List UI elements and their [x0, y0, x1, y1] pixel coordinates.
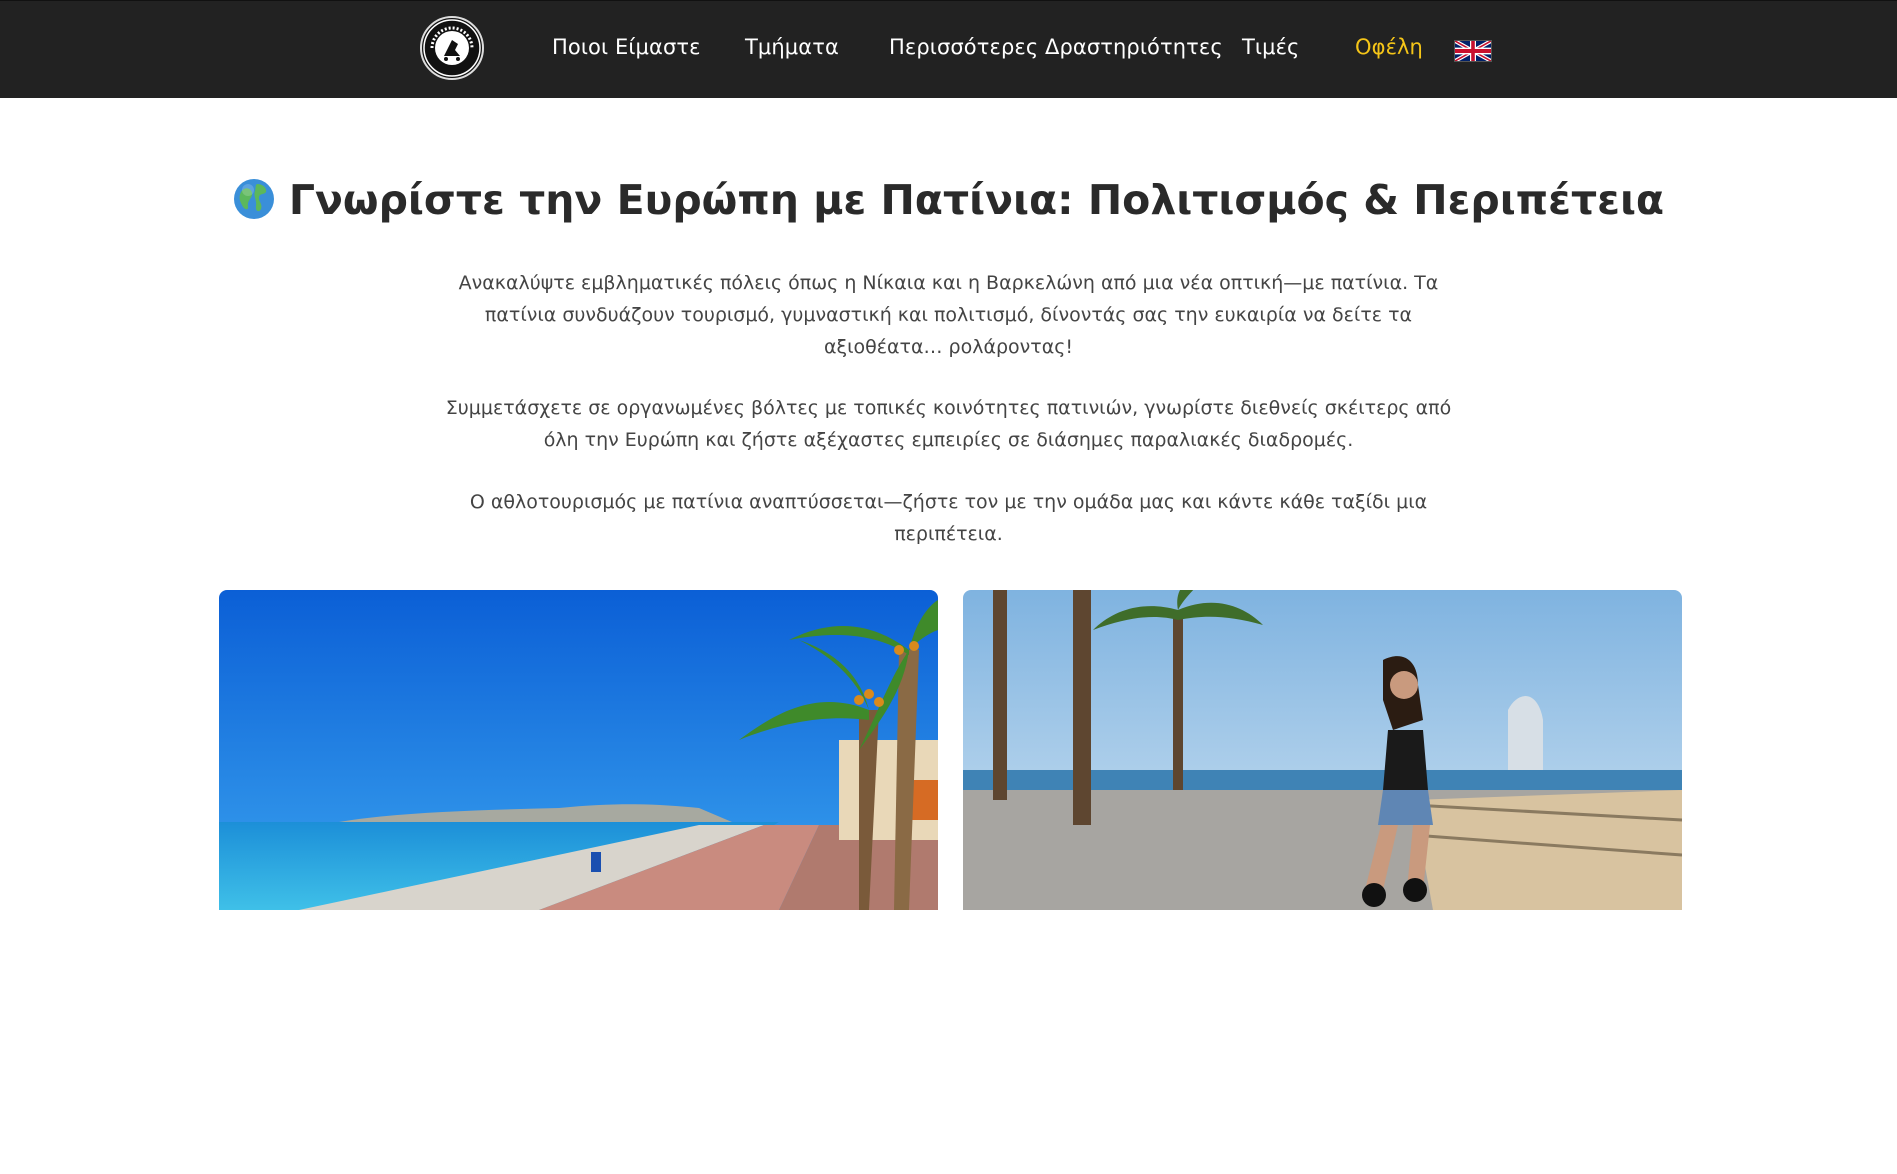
nav-item-more-activities[interactable]: Περισσότερες Δραστηριότητες: [889, 35, 1223, 65]
globe-icon: [233, 178, 275, 220]
community-paragraph: Συμμετάσχετε σε οργανωμένες βόλτες με το…: [445, 397, 1452, 451]
nav-item-prices[interactable]: Τιμές: [1242, 35, 1299, 65]
page-title: Γνωρίστε την Ευρώπη με Πατίνια: Πολιτισμ…: [0, 176, 1897, 224]
sport-tourism-paragraph: Ο αθλοτουρισμός με πατίνια αναπτύσσεται—…: [469, 491, 1428, 545]
nav-item-classes[interactable]: Τμήματα: [745, 35, 839, 65]
nav-item-about[interactable]: Ποιοι Είμαστε: [552, 35, 701, 65]
barcelona-skater-photo: [963, 590, 1682, 910]
hermes-rollerskate-logo[interactable]: [420, 16, 484, 80]
uk-flag-icon[interactable]: [1454, 40, 1492, 62]
nice-promenade-photo: [219, 590, 938, 910]
nav-item-benefits[interactable]: Οφέλη: [1355, 35, 1423, 65]
page-title-text: Γνωρίστε την Ευρώπη με Πατίνια: Πολιτισμ…: [288, 176, 1665, 224]
intro-paragraph: Ανακαλύψτε εμβληματικές πόλεις όπως η Νί…: [458, 272, 1439, 358]
top-navbar: Ποιοι Είμαστε Τμήματα Περισσότερες Δραστ…: [0, 0, 1897, 98]
